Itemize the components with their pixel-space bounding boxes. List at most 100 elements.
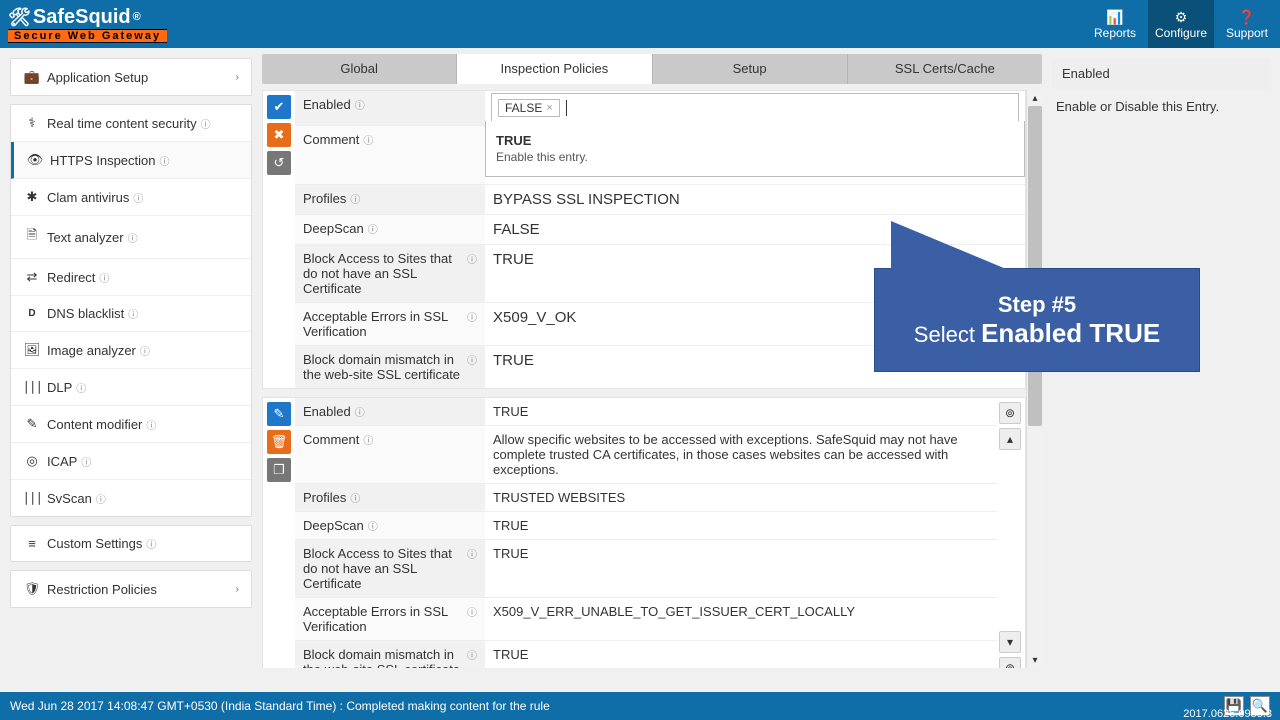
asterisk-icon: ✱ [23,189,41,205]
briefcase-icon: 💼 [23,69,41,85]
dropdown-option-desc: Enable this entry. [496,150,1014,164]
tutorial-callout: Step #5 Select Enabled TRUE [874,268,1200,372]
tab-global[interactable]: Global [262,54,457,84]
barcode-icon: ∣∣∣ [23,379,41,395]
info-icon: ⓘ [467,546,477,561]
field-label: Block Access to Sites that do not have a… [295,540,485,597]
document-icon: 🗎 [23,226,41,248]
selected-token[interactable]: FALSE× [498,99,560,117]
sidebar-item-content[interactable]: ✎Content modifierⓘ [11,406,251,443]
delete-button[interactable]: 🗑 [267,430,291,454]
security-icon: ⚕ [23,115,41,131]
revert-button[interactable]: ↺ [267,151,291,175]
move-bottom-button[interactable]: ⊚ [999,657,1021,668]
remove-token-icon[interactable]: × [546,102,552,114]
info-icon: ⓘ [467,647,477,662]
info-icon: ⓘ [363,432,373,447]
edit-button[interactable]: ✎ [267,402,291,426]
move-top-button[interactable]: ⊚ [999,402,1021,424]
field-value: TRUE [485,512,997,539]
info-icon: ⓘ [76,380,86,395]
help-icon: ❓ [1238,9,1255,26]
field-label: DeepScanⓘ [295,512,485,539]
field-value: Allow specific websites to be accessed w… [485,426,997,483]
field-label: Profilesⓘ [295,185,485,214]
text-cursor [566,100,567,116]
info-icon: ⓘ [128,306,138,321]
field-value: X509_V_ERR_UNABLE_TO_GET_ISSUER_CERT_LOC… [485,598,997,640]
sidebar-item-dns[interactable]: DDNS blacklistⓘ [11,296,251,332]
info-icon: ⓘ [467,352,477,367]
info-icon: ⓘ [140,343,150,358]
sidebar-item-dlp[interactable]: ∣∣∣DLPⓘ [11,369,251,406]
info-icon: ⓘ [350,490,360,505]
scrollbar[interactable]: ▴ ▾ [1026,90,1042,668]
info-icon: ⓘ [368,221,378,236]
cancel-button[interactable]: ✖ [267,123,291,147]
sidebar-item-app-setup[interactable]: 💼 Application Setup › [11,59,251,95]
dropdown-menu: TRUE Enable this entry. [485,121,1025,177]
nav-configure[interactable]: ⚙ Configure [1148,0,1214,48]
nav-support[interactable]: ❓ Support [1214,0,1280,48]
info-icon: ⓘ [160,153,170,168]
sidebar-item-custom[interactable]: ≡Custom Settingsⓘ [11,526,251,561]
nav-reports[interactable]: 📊 Reports [1082,0,1148,48]
dropdown-option-true[interactable]: TRUE [496,133,1014,148]
target-icon: ◎ [23,453,41,469]
scroll-up-icon[interactable]: ▴ [1027,90,1042,106]
info-icon: ⓘ [146,536,156,551]
sliders-icon: ≡ [23,536,41,551]
info-icon: ⓘ [128,230,138,245]
chart-icon: 📊 [1106,9,1123,26]
move-down-button[interactable]: ▾ [999,631,1021,653]
sidebar-item-restriction[interactable]: 🛡Restriction Policies› [11,571,251,607]
sidebar-item-https[interactable]: 👁HTTPS Inspectionⓘ [11,142,251,179]
dns-icon: D [23,308,41,319]
field-label: Profilesⓘ [295,484,485,511]
field-label: DeepScanⓘ [295,215,485,244]
logo-text: SafeSquid [33,6,131,29]
field-label: Enabledⓘ [295,398,485,425]
info-icon: ⓘ [467,251,477,266]
barcode-icon: ∣∣∣ [23,490,41,506]
callout-step: Step #5 [998,292,1076,318]
sidebar-item-redirect[interactable]: ⇄Redirectⓘ [11,259,251,296]
field-label: Block Access to Sites that do not have a… [295,245,485,302]
info-icon: ⓘ [350,191,360,206]
field-value[interactable]: BYPASS SSL INSPECTION [485,185,1025,214]
edit-icon: ✎ [23,416,41,432]
info-icon: ⓘ [355,404,365,419]
field-label: Acceptable Errors in SSL Verificationⓘ [295,303,485,345]
field-value: TRUSTED WEBSITES [485,484,997,511]
status-bar: Wed Jun 28 2017 14:08:47 GMT+0530 (India… [0,692,1280,720]
tab-ssl[interactable]: SSL Certs/Cache [848,54,1042,84]
info-icon: ⓘ [96,491,106,506]
sidebar-item-clam[interactable]: ✱Clam antivirusⓘ [11,179,251,216]
sidebar-item-svscan[interactable]: ∣∣∣SvScanⓘ [11,480,251,516]
field-label: Commentⓘ [295,126,485,184]
clone-button[interactable]: ❐ [267,458,291,482]
info-icon: ⓘ [363,132,373,147]
sidebar-item-text[interactable]: 🗎Text analyzerⓘ [11,216,251,259]
scroll-thumb[interactable] [1028,106,1042,426]
enabled-select[interactable]: FALSE× [491,93,1019,123]
info-icon: ⓘ [133,190,143,205]
sidebar: 💼 Application Setup › ⚕ Real time conten… [0,48,262,668]
config-tabs: Global Inspection Policies Setup SSL Cer… [262,54,1042,84]
field-label: Block domain mismatch in the web-site SS… [295,346,485,388]
header-nav: 📊 Reports ⚙ Configure ❓ Support [1082,0,1280,48]
move-up-button[interactable]: ▴ [999,428,1021,450]
tab-inspection[interactable]: Inspection Policies [457,54,652,84]
info-icon: ⓘ [467,309,477,324]
tab-setup[interactable]: Setup [653,54,848,84]
image-icon: 🖼 [23,342,41,358]
sidebar-group-realtime[interactable]: ⚕ Real time content securityⓘ [11,105,251,142]
logo-subtitle: Secure Web Gateway [8,29,167,43]
save-button[interactable]: ✔ [267,95,291,119]
eye-icon: 👁 [26,152,44,168]
sidebar-item-image[interactable]: 🖼Image analyzerⓘ [11,332,251,369]
field-value: TRUE [485,398,997,425]
sidebar-item-icap[interactable]: ◎ICAPⓘ [11,443,251,480]
field-label: Acceptable Errors in SSL Verificationⓘ [295,598,485,640]
scroll-down-icon[interactable]: ▾ [1027,652,1042,668]
